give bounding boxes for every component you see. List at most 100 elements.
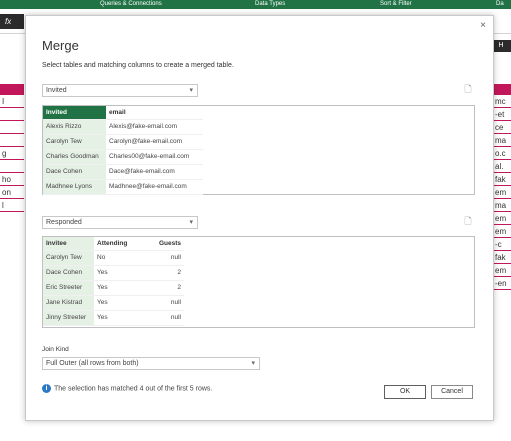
ribbon-bar: Queries & Connections Data Types Sort & … — [0, 0, 511, 9]
table-header-row: Invitee Attending Guests — [43, 237, 184, 251]
sheet-cell[interactable]: ma — [494, 134, 511, 147]
table-row: Carolyn Tew Carolyn@fake-email.com — [43, 134, 203, 150]
sheet-cell[interactable]: ma — [494, 199, 511, 212]
sheet-cell[interactable]: fak — [494, 173, 511, 186]
ribbon-group-data-tools[interactable]: Da — [496, 0, 504, 9]
second-table-select[interactable]: Responded ▾ — [42, 216, 198, 229]
second-table-grid: Invitee Attending Guests Carolyn Tew No … — [43, 237, 184, 326]
sheet-cell[interactable]: I — [0, 95, 24, 108]
table-row: Eric Streeter Yes 2 — [43, 280, 184, 296]
sheet-cell[interactable]: ce — [494, 121, 511, 134]
table-row: Alexis Rizzo Alexis@fake-email.com — [43, 119, 203, 135]
column-header-guests[interactable]: Guests — [143, 237, 184, 251]
join-kind-label: Join Kind — [42, 346, 69, 353]
sheet-cell[interactable]: em — [494, 225, 511, 238]
table-row: Jinny Streeter Yes null — [43, 310, 184, 326]
table-cell[interactable]: Dace@fake-email.com — [106, 164, 203, 180]
table-cell[interactable]: 2 — [143, 265, 184, 281]
column-header-email[interactable]: email — [106, 106, 203, 120]
table-cell[interactable]: Alexis@fake-email.com — [106, 119, 203, 135]
table-header-stripe — [0, 84, 24, 95]
dialog-description: Select tables and matching columns to cr… — [42, 62, 234, 69]
ribbon-group-queries[interactable]: Queries & Connections — [100, 0, 162, 9]
merge-dialog: × Merge Select tables and matching colum… — [25, 15, 494, 421]
sheet-cell[interactable]: g — [0, 147, 24, 160]
second-table-preview: Invitee Attending Guests Carolyn Tew No … — [42, 236, 475, 328]
sheet-cell[interactable]: -et — [494, 108, 511, 121]
chevron-down-icon: ▾ — [251, 360, 255, 367]
column-header-attending[interactable]: Attending — [94, 237, 143, 251]
table-row: Dace Cohen Yes 2 — [43, 265, 184, 281]
sheet-cell[interactable]: -c — [494, 238, 511, 251]
file-icon[interactable]: 🗋 — [463, 216, 473, 227]
column-header-invited[interactable]: Invited — [43, 106, 106, 120]
sheet-cell[interactable] — [0, 160, 24, 173]
sheet-cell[interactable] — [0, 134, 24, 147]
join-kind-select-value: Full Outer (all rows from both) — [46, 360, 139, 367]
table-header-row: Invited email — [43, 106, 203, 120]
sheet-cell[interactable]: o.c — [494, 147, 511, 160]
table-cell[interactable]: Alexis Rizzo — [43, 119, 106, 135]
column-header-invitee[interactable]: Invitee — [43, 237, 94, 251]
table-cell[interactable]: Yes — [94, 265, 143, 281]
sheet-cell[interactable]: fak — [494, 251, 511, 264]
table-cell[interactable]: Carolyn@fake-email.com — [106, 134, 203, 150]
first-table-grid: Invited email Alexis Rizzo Alexis@fake-e… — [43, 106, 203, 195]
table-cell[interactable]: Yes — [94, 310, 143, 326]
file-icon[interactable]: 🗋 — [463, 84, 473, 95]
ok-button[interactable]: OK — [384, 385, 426, 399]
table-cell[interactable]: Carolyn Tew — [43, 134, 106, 150]
name-box[interactable]: fx — [0, 14, 24, 29]
join-kind-select[interactable]: Full Outer (all rows from both) ▾ — [42, 357, 260, 370]
sheet-cell[interactable]: em — [494, 212, 511, 225]
ribbon-group-sort-filter[interactable]: Sort & Filter — [380, 0, 412, 9]
table-row: Charles Goodman Charles00@fake-email.com — [43, 149, 203, 165]
table-row: Dace Cohen Dace@fake-email.com — [43, 164, 203, 180]
sheet-column-right: mc -et ce ma o.c al. fak em ma em em -c … — [494, 84, 511, 290]
table-cell[interactable]: Charles Goodman — [43, 149, 106, 165]
info-icon: i — [42, 384, 51, 393]
table-cell[interactable]: null — [143, 250, 184, 266]
sheet-cell[interactable]: em — [494, 186, 511, 199]
dialog-title: Merge — [42, 38, 79, 53]
sheet-cell[interactable]: on — [0, 186, 24, 199]
table-header-stripe — [494, 84, 511, 95]
table-cell[interactable]: Eric Streeter — [43, 280, 94, 296]
close-icon[interactable]: × — [480, 20, 486, 31]
table-cell[interactable]: Madhnee Lyons — [43, 179, 106, 195]
table-cell[interactable]: Jinny Streeter — [43, 310, 94, 326]
table-cell[interactable]: Madhnee@fake-email.com — [106, 179, 203, 195]
table-cell[interactable]: Dace Cohen — [43, 164, 106, 180]
chevron-down-icon: ▾ — [189, 87, 193, 94]
chevron-down-icon: ▾ — [189, 219, 193, 226]
table-cell[interactable]: null — [143, 310, 184, 326]
table-row: Jane Kistrad Yes null — [43, 295, 184, 311]
sheet-cell[interactable]: ho — [0, 173, 24, 186]
second-table-select-value: Responded — [46, 219, 82, 226]
sheet-cell[interactable]: em — [494, 264, 511, 277]
column-header-h: H — [491, 40, 511, 52]
table-cell[interactable]: Dace Cohen — [43, 265, 94, 281]
first-table-select[interactable]: Invited ▾ — [42, 84, 198, 97]
table-cell[interactable]: Charles00@fake-email.com — [106, 149, 203, 165]
sheet-cell[interactable] — [0, 121, 24, 134]
sheet-cell[interactable]: -en — [494, 277, 511, 290]
match-info: i The selection has matched 4 out of the … — [42, 384, 212, 393]
table-cell[interactable]: 2 — [143, 280, 184, 296]
sheet-cell[interactable]: al. — [494, 160, 511, 173]
table-row: Madhnee Lyons Madhnee@fake-email.com — [43, 179, 203, 195]
sheet-cell[interactable]: l — [0, 199, 24, 212]
table-cell[interactable]: Carolyn Tew — [43, 250, 94, 266]
match-info-text: The selection has matched 4 out of the f… — [54, 385, 213, 393]
table-cell[interactable]: Jane Kistrad — [43, 295, 94, 311]
table-cell[interactable]: No — [94, 250, 143, 266]
ribbon-group-data-types[interactable]: Data Types — [255, 0, 285, 9]
table-cell[interactable]: Yes — [94, 280, 143, 296]
table-cell[interactable]: null — [143, 295, 184, 311]
table-cell[interactable]: Yes — [94, 295, 143, 311]
cancel-button[interactable]: Cancel — [431, 385, 473, 399]
sheet-cell[interactable] — [0, 108, 24, 121]
sheet-cell[interactable]: mc — [494, 95, 511, 108]
first-table-select-value: Invited — [46, 87, 67, 94]
first-table-preview: Invited email Alexis Rizzo Alexis@fake-e… — [42, 105, 475, 195]
